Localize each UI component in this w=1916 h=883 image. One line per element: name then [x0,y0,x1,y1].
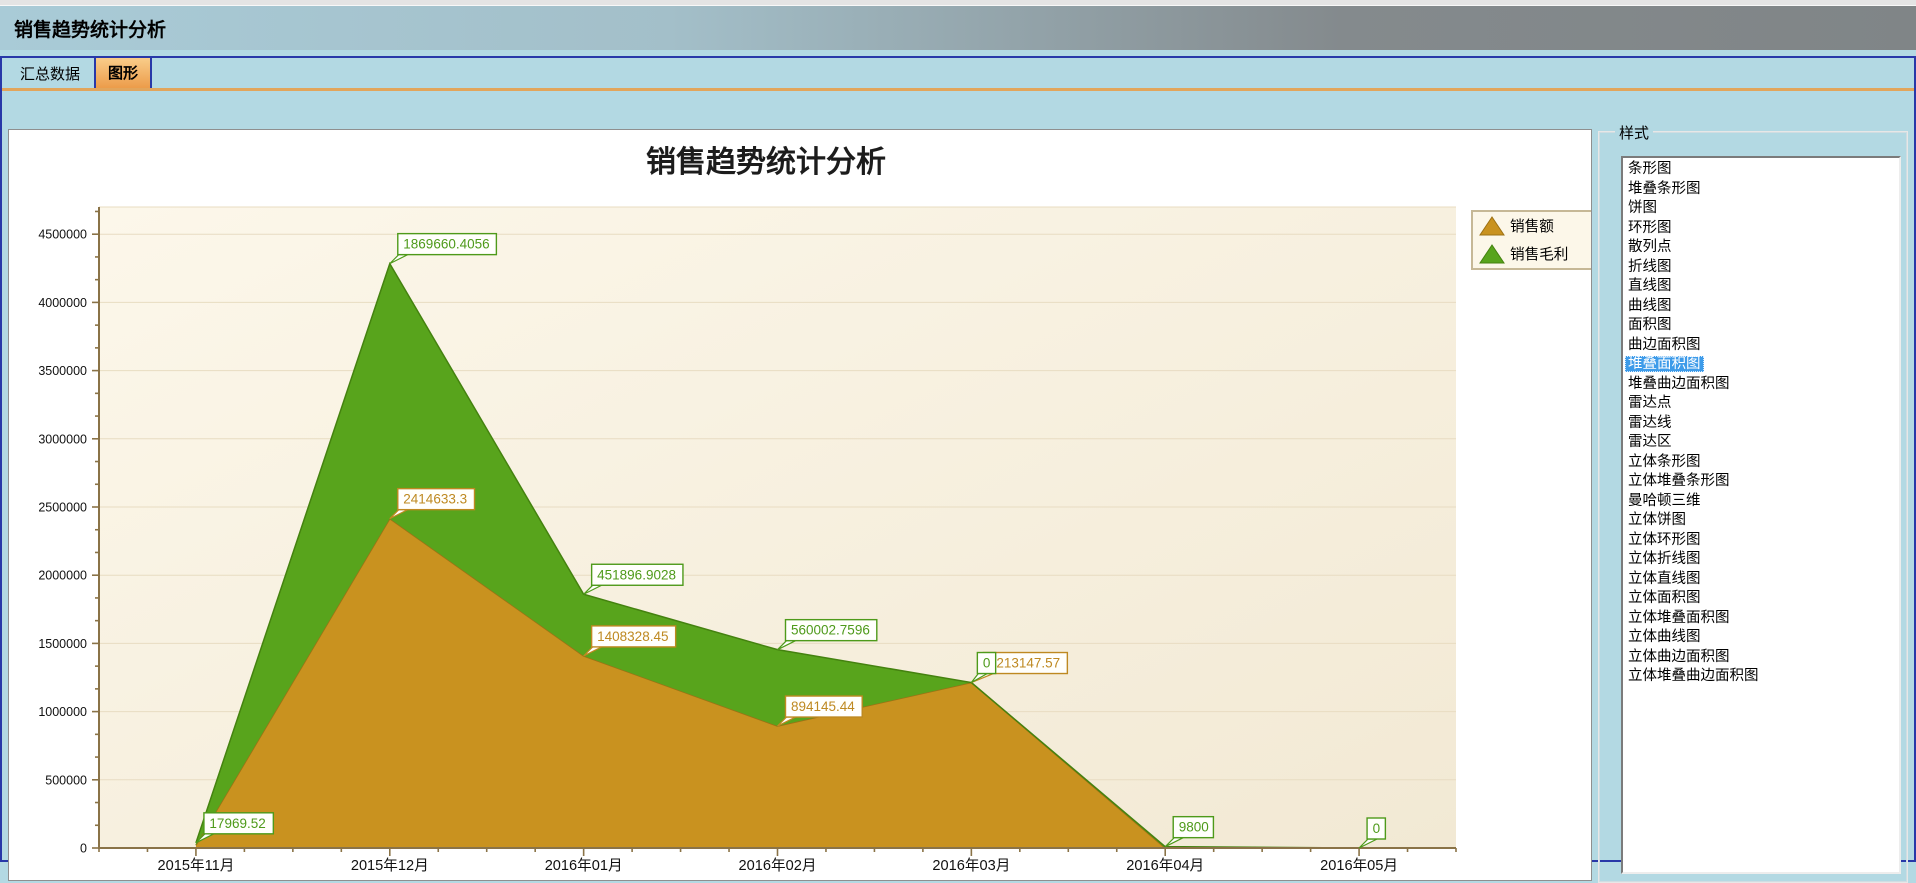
style-option[interactable]: 立体曲边面积图 [1625,648,1899,668]
tab-graph[interactable]: 图形 [94,56,152,88]
svg-text:1213147.57: 1213147.57 [989,656,1060,671]
svg-text:3000000: 3000000 [38,432,87,446]
svg-text:2414633.3: 2414633.3 [403,492,467,507]
style-option[interactable]: 曼哈顿三维 [1625,492,1899,512]
style-option[interactable]: 立体堆叠曲边面积图 [1625,667,1899,687]
style-option[interactable]: 直线图 [1625,277,1899,297]
sales-trend-chart: 0 500000 1000000 1500000 2000000 2500000 30000… [9,130,1591,880]
svg-text:4500000: 4500000 [38,228,87,242]
style-option[interactable]: 条形图 [1625,160,1899,180]
chart-panel: 0 500000 1000000 1500000 2000000 2500000 30000… [8,129,1592,881]
y-axis-labels: 0 500000 1000000 1500000 2000000 2500000 30000… [38,228,87,856]
style-option[interactable]: 雷达点 [1625,394,1899,414]
style-option[interactable]: 面积图 [1625,316,1899,336]
window-title: 销售趋势统计分析 [14,15,166,42]
svg-text:2016年03月: 2016年03月 [932,857,1010,874]
window-title-bar: 销售趋势统计分析 [0,6,1916,50]
svg-text:4000000: 4000000 [38,296,87,310]
svg-text:2016年05月: 2016年05月 [1320,857,1398,874]
svg-text:1408328.45: 1408328.45 [597,629,668,644]
x-axis-labels: 2015年11月 2015年12月 2016年01月 2016年02月 2016年03月… [158,857,1398,874]
style-option[interactable]: 立体堆叠条形图 [1625,472,1899,492]
svg-text:0: 0 [983,656,991,671]
style-option[interactable]: 立体直线图 [1625,570,1899,590]
style-option[interactable]: 环形图 [1625,219,1899,239]
style-listbox[interactable]: 条形图堆叠条形图饼图环形图散列点折线图直线图曲线图面积图曲边面积图堆叠面积图堆叠… [1621,156,1901,874]
svg-text:9800: 9800 [1179,820,1209,835]
style-groupbox: 样式 条形图堆叠条形图饼图环形图散列点折线图直线图曲线图面积图曲边面积图堆叠面积… [1598,131,1908,883]
y-axis [92,207,99,849]
style-option[interactable]: 雷达线 [1625,414,1899,434]
tab-page-graph: 0 500000 1000000 1500000 2000000 2500000 30000… [2,91,1914,860]
style-option[interactable]: 立体折线图 [1625,550,1899,570]
legend-label: 销售额 [1510,218,1554,235]
svg-text:0: 0 [80,842,87,856]
style-option[interactable]: 堆叠面积图 [1625,355,1899,375]
svg-text:2000000: 2000000 [38,569,87,583]
svg-text:2015年12月: 2015年12月 [351,857,429,874]
chart-title: 销售趋势统计分析 [646,145,886,180]
style-option[interactable]: 散列点 [1625,238,1899,258]
style-groupbox-label: 样式 [1615,122,1653,143]
svg-text:2016年04月: 2016年04月 [1126,857,1204,874]
tab-strip: 汇总数据 图形 [2,58,1914,88]
svg-text:1500000: 1500000 [38,637,87,651]
svg-text:17969.52: 17969.52 [209,816,265,831]
style-option[interactable]: 立体堆叠面积图 [1625,609,1899,629]
svg-text:1000000: 1000000 [38,705,87,719]
style-option[interactable]: 立体环形图 [1625,531,1899,551]
svg-text:2500000: 2500000 [38,501,87,515]
style-option[interactable]: 曲线图 [1625,297,1899,317]
x-axis [98,848,1456,856]
style-option[interactable]: 立体条形图 [1625,453,1899,473]
style-option[interactable]: 折线图 [1625,258,1899,278]
style-option[interactable]: 曲边面积图 [1625,336,1899,356]
style-option[interactable]: 饼图 [1625,199,1899,219]
style-option[interactable]: 立体饼图 [1625,511,1899,531]
style-option[interactable]: 堆叠条形图 [1625,180,1899,200]
svg-text:3500000: 3500000 [38,364,87,378]
svg-text:0: 0 [1373,821,1381,836]
svg-text:2016年01月: 2016年01月 [545,857,623,874]
chart-legend: 销售额 销售毛利 [1472,211,1591,269]
tab-control-frame: 汇总数据 图形 0 500000 1000000 1500000 2000000 2500… [0,56,1916,862]
svg-text:894145.44: 894145.44 [791,699,855,714]
svg-text:451896.9028: 451896.9028 [597,567,676,582]
style-option[interactable]: 立体面积图 [1625,589,1899,609]
svg-text:1869660.4056: 1869660.4056 [403,237,489,252]
svg-text:2015年11月: 2015年11月 [158,857,235,874]
svg-text:500000: 500000 [45,773,87,787]
style-option[interactable]: 立体曲线图 [1625,628,1899,648]
svg-text:560002.7596: 560002.7596 [791,623,870,638]
style-option[interactable]: 雷达区 [1625,433,1899,453]
legend-label: 销售毛利 [1510,246,1568,263]
tab-summary-data[interactable]: 汇总数据 [10,58,90,88]
svg-text:2016年02月: 2016年02月 [739,857,817,874]
style-option[interactable]: 堆叠曲边面积图 [1625,375,1899,395]
